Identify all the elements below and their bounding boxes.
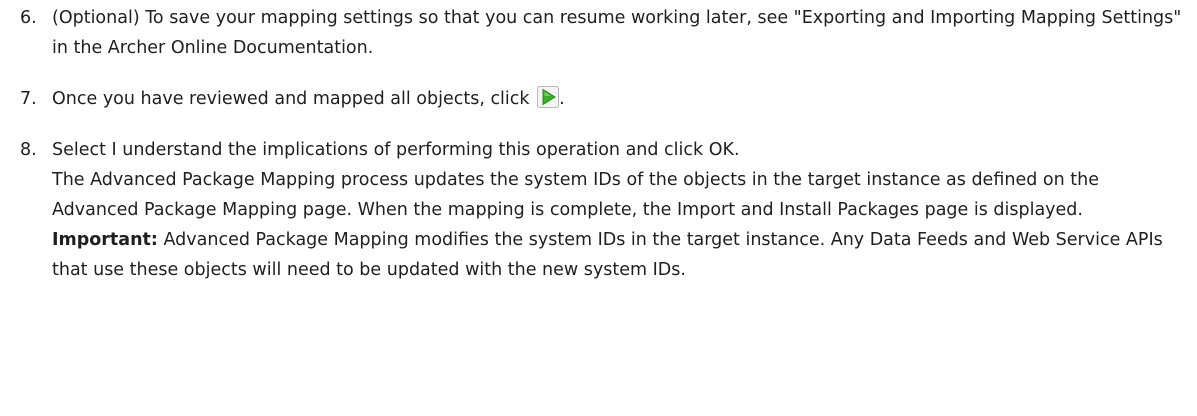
step-number: 7. xyxy=(20,89,37,109)
step-body: (Optional) To save your mapping settings… xyxy=(52,3,1189,63)
step-body: Select I understand the implications of … xyxy=(52,135,1189,285)
important-note: Important: Advanced Package Mapping modi… xyxy=(52,225,1189,285)
step-text: Once you have reviewed and mapped all ob… xyxy=(52,84,1189,114)
document-page: 6. (Optional) To save your mapping setti… xyxy=(0,0,1197,416)
play-arrow-icon[interactable] xyxy=(537,86,560,108)
step-text: (Optional) To save your mapping settings… xyxy=(52,8,1182,58)
important-text: Advanced Package Mapping modifies the sy… xyxy=(52,230,1163,280)
step-body: Once you have reviewed and mapped all ob… xyxy=(52,84,1189,114)
step-text: Select I understand the implications of … xyxy=(52,140,740,160)
important-label: Important: xyxy=(52,230,158,250)
step-number: 8. xyxy=(20,140,37,160)
step-text-before: Once you have reviewed and mapped all ob… xyxy=(52,89,530,109)
step-detail: The Advanced Package Mapping process upd… xyxy=(52,170,1099,220)
step-number: 6. xyxy=(20,8,37,28)
step-text-after: . xyxy=(559,89,565,109)
